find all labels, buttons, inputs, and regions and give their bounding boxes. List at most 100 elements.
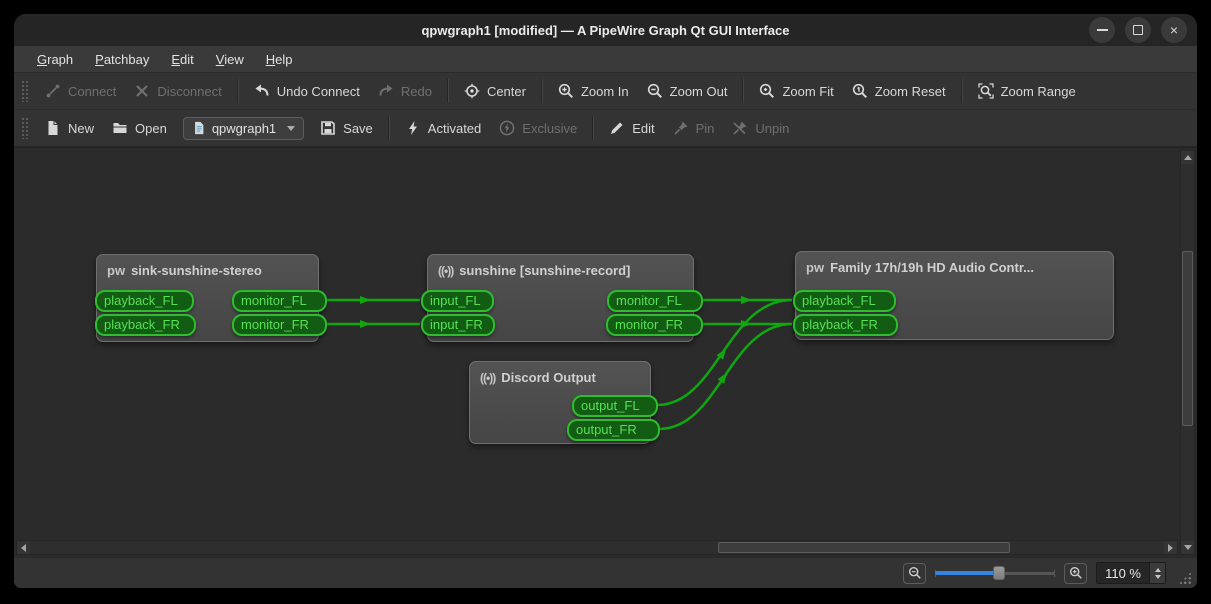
open-patchbay-button[interactable]: Open: [103, 115, 176, 141]
node-title: Family 17h/19h HD Audio Contr...: [830, 260, 1034, 275]
pipewire-icon: pw: [107, 263, 125, 278]
redo-button[interactable]: Redo: [369, 78, 441, 104]
stream-icon: ((•)): [438, 264, 453, 278]
scroll-down-button[interactable]: [1181, 541, 1194, 554]
port-playback-fl[interactable]: playback_FL: [95, 290, 194, 312]
node-sink-sunshine-stereo[interactable]: pw sink-sunshine-stereo playback_FL play…: [96, 254, 319, 342]
scroll-up-button[interactable]: [1181, 151, 1194, 164]
graph-canvas[interactable]: pw sink-sunshine-stereo playback_FL play…: [14, 147, 1197, 557]
edit-patchbay-button[interactable]: Edit: [600, 115, 663, 141]
activated-toggle[interactable]: Activated: [396, 115, 490, 141]
port-output-fl[interactable]: output_FL: [572, 395, 658, 417]
lightning-icon: [405, 120, 421, 136]
circled-lightning-icon: [499, 120, 515, 136]
new-patchbay-button[interactable]: New: [36, 115, 103, 141]
exclusive-toggle[interactable]: Exclusive: [490, 115, 586, 141]
new-file-icon: [45, 120, 61, 136]
port-playback-fl[interactable]: playback_FL: [793, 290, 896, 312]
center-button[interactable]: Center: [455, 78, 535, 104]
node-sunshine[interactable]: ((•)) sunshine [sunshine-record] input_F…: [427, 254, 694, 342]
undo-connect-button[interactable]: Undo Connect: [245, 78, 369, 104]
toolbar-separator: [237, 79, 239, 103]
port-input-fl[interactable]: input_FL: [421, 290, 494, 312]
horizontal-scrollbar[interactable]: [16, 540, 1178, 555]
minimize-button[interactable]: [1089, 17, 1115, 43]
port-monitor-fl[interactable]: monitor_FL: [232, 290, 327, 312]
port-input-fr[interactable]: input_FR: [421, 314, 495, 336]
vertical-scrollbar[interactable]: [1180, 150, 1195, 555]
zoom-range-button[interactable]: Zoom Range: [969, 78, 1085, 104]
node-title: sunshine [sunshine-record]: [459, 263, 630, 278]
node-discord-output[interactable]: ((•)) Discord Output output_FL output_FR: [469, 361, 651, 444]
arrow-left-icon: [21, 544, 26, 552]
pin-button[interactable]: Pin: [664, 115, 724, 141]
patchbay-file-icon: [192, 121, 206, 135]
disconnect-button[interactable]: Disconnect: [125, 78, 230, 104]
zoom-in-status-button[interactable]: [1064, 563, 1087, 584]
zoom-out-button[interactable]: Zoom Out: [638, 78, 737, 104]
port-monitor-fr[interactable]: monitor_FR: [232, 314, 327, 336]
save-patchbay-button[interactable]: Save: [311, 115, 382, 141]
patchbay-selector-value: qpwgraph1: [212, 121, 276, 136]
menu-view[interactable]: View: [205, 49, 255, 70]
chevron-down-icon: [287, 126, 295, 131]
menu-edit[interactable]: Edit: [160, 49, 204, 70]
toolbar-separator: [592, 116, 594, 140]
toolbar-drag-handle[interactable]: [21, 117, 29, 139]
port-monitor-fl[interactable]: monitor_FL: [607, 290, 703, 312]
node-header: pw Family 17h/19h HD Audio Contr...: [796, 252, 1113, 275]
port-output-fr[interactable]: output_FR: [567, 419, 660, 441]
arrow-down-icon: [1184, 545, 1192, 550]
stream-icon: ((•)): [480, 371, 495, 385]
zoom-percent-value: 110 %: [1097, 563, 1149, 583]
center-icon: [464, 83, 480, 99]
port-playback-fr[interactable]: playback_FR: [95, 314, 196, 336]
maximize-button[interactable]: [1125, 17, 1151, 43]
patchbay-toolbar: New Open qpwgraph1 Save Activated Exclus…: [14, 110, 1197, 147]
toolbar-separator: [447, 79, 449, 103]
zoom-slider[interactable]: [935, 563, 1055, 583]
zoom-percent-spinbox[interactable]: 110 %: [1096, 562, 1166, 584]
node-header: ((•)) sunshine [sunshine-record]: [428, 255, 693, 278]
zoom-in-button[interactable]: Zoom In: [549, 78, 638, 104]
toolbar-separator: [742, 79, 744, 103]
port-playback-fr[interactable]: playback_FR: [793, 314, 898, 336]
spinner-buttons[interactable]: [1149, 563, 1165, 583]
scroll-left-button[interactable]: [17, 541, 30, 554]
resize-grip[interactable]: [1178, 571, 1192, 585]
zoom-fit-button[interactable]: Zoom Fit: [750, 78, 842, 104]
open-folder-icon: [112, 120, 128, 136]
spin-down-icon: [1155, 575, 1161, 579]
arrow-up-icon: [1184, 155, 1192, 160]
title-bar: qpwgraph1 [modified] — A PipeWire Graph …: [14, 14, 1197, 46]
zoom-reset-button[interactable]: Zoom Reset: [843, 78, 955, 104]
port-monitor-fr[interactable]: monitor_FR: [606, 314, 703, 336]
scroll-right-button[interactable]: [1164, 541, 1177, 554]
connect-icon: [45, 83, 61, 99]
unpin-button[interactable]: Unpin: [723, 115, 798, 141]
window-title: qpwgraph1 [modified] — A PipeWire Graph …: [421, 23, 789, 38]
vertical-scroll-thumb[interactable]: [1182, 251, 1193, 426]
toolbar-drag-handle[interactable]: [21, 80, 29, 102]
menu-graph[interactable]: Graph: [26, 49, 84, 70]
close-button[interactable]: ×: [1161, 17, 1187, 43]
connect-button[interactable]: Connect: [36, 78, 125, 104]
app-window: qpwgraph1 [modified] — A PipeWire Graph …: [14, 14, 1197, 588]
toolbar-separator: [541, 79, 543, 103]
zoom-out-icon: [908, 566, 922, 580]
undo-icon: [254, 83, 270, 99]
save-icon: [320, 120, 336, 136]
horizontal-scroll-thumb[interactable]: [718, 542, 1010, 553]
node-header: ((•)) Discord Output: [470, 362, 650, 385]
zoom-in-icon: [558, 83, 574, 99]
node-family-hd-audio[interactable]: pw Family 17h/19h HD Audio Contr... play…: [795, 251, 1114, 340]
status-bar: 110 %: [14, 557, 1197, 588]
patchbay-selector[interactable]: qpwgraph1: [183, 117, 304, 140]
zoom-slider-handle[interactable]: [993, 566, 1005, 580]
menu-help[interactable]: Help: [255, 49, 304, 70]
unpin-icon: [732, 120, 748, 136]
redo-icon: [378, 83, 394, 99]
menu-patchbay[interactable]: Patchbay: [84, 49, 160, 70]
zoom-out-status-button[interactable]: [903, 563, 926, 584]
disconnect-icon: [134, 83, 150, 99]
